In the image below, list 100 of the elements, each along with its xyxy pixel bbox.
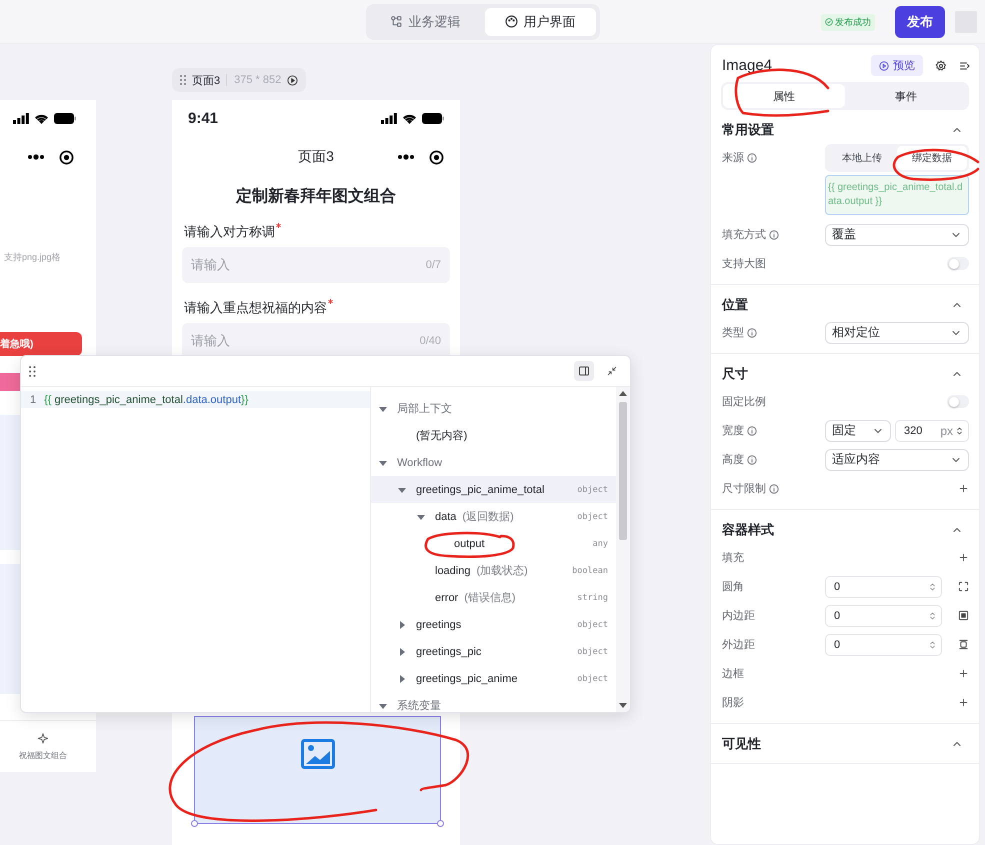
image-component[interactable] [194, 716, 441, 824]
field-label: 内边距 [722, 609, 755, 623]
sparkle-icon [36, 732, 50, 746]
scroll-up-icon[interactable] [619, 391, 627, 396]
tree-item[interactable]: error (错误信息) string [371, 584, 616, 611]
caret-icon[interactable] [417, 512, 425, 520]
code-editor[interactable]: 1 {{ greetings_pic_anime_total.data.output}} [21, 387, 371, 712]
drag-handle-icon[interactable] [180, 75, 186, 85]
target-icon[interactable] [429, 150, 444, 164]
line-number: 1 [30, 394, 36, 406]
tree-item[interactable]: greetings object [371, 611, 616, 638]
tree-item[interactable]: greetings_pic object [371, 638, 616, 665]
tree-item[interactable]: data (返回数据) object [371, 503, 616, 530]
select-field[interactable]: 覆盖 [825, 224, 969, 246]
mode-tab[interactable]: 用户界面 [484, 8, 596, 36]
flow-icon [390, 15, 402, 28]
section-title: 位置 [722, 296, 748, 314]
scrollbar[interactable] [616, 387, 630, 712]
caret-icon[interactable] [398, 674, 406, 682]
field-label: 支持大图 [722, 257, 766, 271]
scroll-down-icon[interactable] [619, 703, 627, 708]
signal-icon [381, 112, 397, 124]
field-label: 固定比例 [722, 394, 766, 409]
play-icon [287, 74, 298, 86]
wifi-icon [402, 112, 417, 124]
panel-tab[interactable]: 事件 [845, 84, 967, 108]
select-field[interactable]: 固定 [825, 420, 891, 442]
drag-handle-icon[interactable] [29, 366, 36, 376]
tree-item[interactable]: Workflow [371, 449, 616, 476]
toggle-switch[interactable] [947, 257, 969, 270]
tree-item[interactable]: 局部上下文 [371, 395, 616, 422]
publish-button[interactable]: 发布 [895, 6, 945, 38]
tree-item[interactable]: greetings_pic_anime_total object [371, 476, 616, 503]
scroll-thumb[interactable] [619, 402, 627, 540]
number-field[interactable]: 320 px [895, 420, 969, 442]
component-title: Image4 [722, 57, 774, 74]
more-icon[interactable] [397, 154, 415, 160]
preview-button[interactable]: 预览 [871, 55, 923, 76]
page-size: 375 * 852 [226, 74, 282, 86]
field-label: 请输入对方称调 [184, 223, 275, 241]
plus-icon [958, 697, 969, 708]
action-button[interactable]: 着急哦) [0, 332, 82, 356]
page-tag[interactable]: 页面3 375 * 852 [172, 68, 306, 92]
palette-icon [504, 15, 518, 28]
panel-tab[interactable]: 属性 [723, 84, 845, 108]
caret-icon[interactable] [398, 648, 406, 656]
segment-option[interactable]: 本地上传 [827, 146, 897, 170]
collapse-icon [607, 366, 617, 376]
resize-handle[interactable] [437, 820, 444, 827]
status-time: 9:41 [188, 110, 218, 126]
battery-icon [422, 112, 444, 124]
field-label: 填充 [722, 551, 744, 565]
upload-hint: 支持png.jpg格 [4, 251, 61, 264]
tree-item[interactable]: 系统变量 [371, 692, 616, 712]
field-label: 尺寸限制 [722, 482, 766, 496]
margin-icon [958, 639, 969, 650]
tree-item[interactable]: greetings_pic_anime object [371, 665, 616, 692]
section-title: 容器样式 [722, 521, 774, 539]
caret-icon[interactable] [398, 486, 406, 494]
tree-item[interactable]: loading (加载状态) boolean [371, 557, 616, 584]
field-label: 宽度 [722, 424, 744, 438]
padding-icon [958, 610, 969, 621]
component-tile[interactable]: 祝福图文组合 [0, 720, 96, 772]
more-icon[interactable] [27, 154, 45, 160]
section-title: 可见性 [722, 735, 761, 753]
tree-item[interactable]: output any [371, 530, 616, 557]
field-label: 外边距 [722, 638, 755, 652]
plus-icon [958, 483, 969, 494]
number-field[interactable]: 0 [825, 604, 942, 626]
segment-option[interactable]: 绑定数据 [897, 146, 967, 170]
caret-icon[interactable] [379, 404, 387, 412]
form-heading: 定制新春拜年图文组合 [234, 186, 397, 207]
menu-icon [959, 60, 971, 72]
battery-icon [54, 112, 76, 124]
tree-item[interactable]: (暂无内容) [371, 422, 616, 449]
mode-tab[interactable]: 业务逻辑 [370, 8, 480, 36]
corner-radius-icon [958, 581, 969, 592]
section-title: 尺寸 [722, 365, 748, 383]
page-title: 页面3 [298, 148, 334, 166]
panel-toggle-button[interactable] [574, 361, 594, 381]
caret-icon[interactable] [398, 620, 406, 628]
target-icon[interactable] [59, 150, 74, 164]
wifi-icon [34, 112, 49, 124]
image-icon [300, 739, 334, 769]
select-field[interactable]: 适应内容 [825, 448, 969, 470]
check-circle-icon [825, 18, 833, 26]
caret-icon[interactable] [379, 702, 387, 710]
resize-handle[interactable] [191, 820, 198, 827]
toggle-switch[interactable] [947, 395, 969, 408]
page-name: 页面3 [192, 74, 220, 88]
status-badge: 发布成功 [821, 14, 875, 30]
signal-icon [13, 112, 29, 124]
plus-icon [958, 668, 969, 679]
select-field[interactable]: 相对定位 [825, 322, 969, 344]
plus-icon [958, 552, 969, 563]
number-field[interactable]: 0 [825, 576, 942, 598]
field-label: 边框 [722, 667, 744, 681]
caret-icon[interactable] [379, 458, 387, 466]
settings-icon [935, 60, 947, 72]
number-field[interactable]: 0 [825, 634, 942, 656]
